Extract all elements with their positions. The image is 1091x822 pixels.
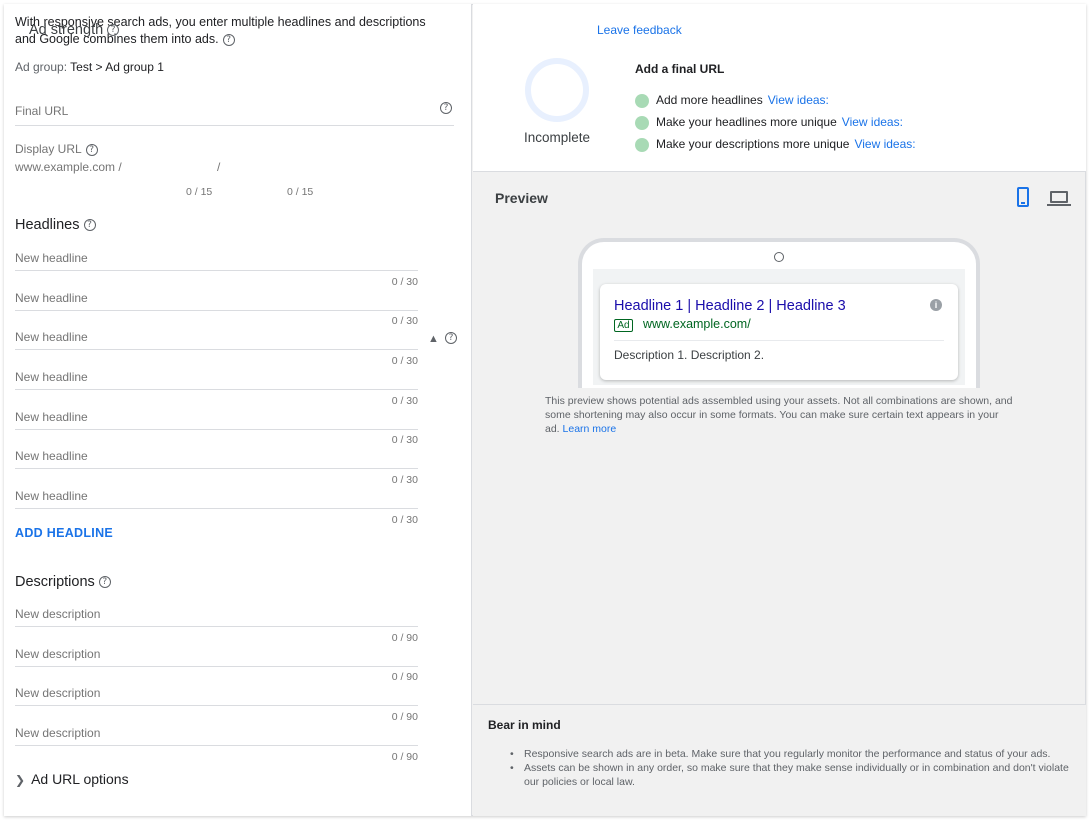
tip-text: Make your descriptions more unique [656, 137, 850, 151]
description-char-count: 0 / 90 [391, 751, 418, 763]
preview-title: Preview [495, 190, 548, 206]
phone-camera [774, 252, 784, 262]
ad-url-options-toggle[interactable]: ❯ Ad URL options [15, 771, 129, 787]
status-dot-icon [635, 137, 649, 152]
description-input[interactable]: New description [15, 722, 418, 746]
view-ideas-link[interactable]: View ideas: [768, 93, 829, 107]
help-icon[interactable]: ? [445, 332, 457, 344]
headline-input[interactable]: New headline [15, 485, 418, 509]
status-dot-icon [635, 115, 649, 130]
headline-input[interactable]: New headline [15, 406, 418, 430]
tips-title: Add a final URL [635, 62, 725, 76]
ad-group-line: Ad group: Test > Ad group 1 [15, 60, 164, 74]
view-ideas-link[interactable]: View ideas: [842, 115, 903, 129]
ad-url-options-label: Ad URL options [31, 771, 129, 787]
ad-preview-headline: Headline 1 | Headline 2 | Headline 3 [614, 298, 846, 314]
help-icon[interactable]: ? [85, 143, 98, 156]
preview-note: This preview shows potential ads assembl… [545, 394, 1015, 436]
headline-input[interactable]: New headline [15, 326, 418, 350]
pin-icon[interactable]: ▲ [428, 333, 439, 345]
final-url-placeholder: Final URL [15, 104, 69, 118]
headline-input[interactable]: New headline [15, 366, 418, 390]
display-url-label: Display URL? [15, 142, 98, 156]
headline-char-count: 0 / 30 [391, 514, 418, 526]
headlines-title: Headlines? [15, 217, 96, 233]
ad-strength-title: Ad strength? [29, 22, 120, 38]
info-icon[interactable]: i [930, 299, 942, 311]
display-url-label-text: Display URL [15, 142, 82, 156]
bear-in-mind-list: Responsive search ads are in beta. Make … [510, 747, 1070, 789]
display-url-domain: www.example.com / [15, 160, 122, 174]
ad-group-value: Test > Ad group 1 [70, 60, 164, 74]
final-url-field[interactable]: Final URL ? [15, 95, 454, 126]
divider [614, 340, 944, 341]
add-headline-button[interactable]: ADD HEADLINE [15, 526, 113, 540]
ad-preview-url: www.example.com/ [643, 317, 751, 331]
list-item: Responsive search ads are in beta. Make … [510, 747, 1070, 761]
descriptions-title: Descriptions? [15, 574, 111, 590]
view-ideas-link[interactable]: View ideas: [854, 137, 915, 151]
description-input[interactable]: New description [15, 643, 418, 667]
ad-badge: Ad [614, 319, 633, 332]
learn-more-link[interactable]: Learn more [563, 423, 617, 435]
help-icon[interactable]: ? [222, 33, 235, 46]
help-icon[interactable]: ? [440, 102, 452, 114]
tip-item: Add more headlines View ideas: [635, 93, 829, 109]
ad-group-label: Ad group: [15, 60, 68, 74]
description-input[interactable]: New description [15, 682, 418, 706]
status-dot-icon [635, 93, 649, 108]
headlines-title-text: Headlines [15, 217, 80, 233]
tip-text: Make your headlines more unique [656, 115, 837, 129]
headline-input[interactable]: New headline [15, 247, 418, 271]
chevron-down-icon: ❯ [15, 773, 26, 787]
help-icon[interactable]: ? [98, 576, 111, 589]
ad-preview-description: Description 1. Description 2. [614, 348, 765, 362]
ad-strength-gauge [525, 58, 589, 122]
mobile-preview-icon[interactable] [1017, 187, 1029, 207]
descriptions-title-text: Descriptions [15, 574, 95, 590]
tip-text: Add more headlines [656, 93, 763, 107]
ad-strength-status: Incomplete [524, 130, 591, 145]
headline-input[interactable]: New headline [15, 287, 418, 311]
leave-feedback-link[interactable]: Leave feedback [597, 23, 682, 37]
path2-char-count: 0 / 15 [287, 186, 314, 198]
headline-input[interactable]: New headline [15, 445, 418, 469]
tip-item: Make your headlines more unique View idea… [635, 115, 903, 131]
help-icon[interactable]: ? [107, 24, 120, 37]
list-item: Assets can be shown in any order, so mak… [510, 761, 1070, 789]
help-icon[interactable]: ? [83, 219, 96, 232]
tip-item: Make your descriptions more unique View i… [635, 137, 916, 153]
ad-strength-title-text: Ad strength [29, 22, 104, 38]
bear-in-mind-title: Bear in mind [488, 718, 561, 732]
desktop-preview-icon[interactable] [1047, 191, 1071, 206]
description-input[interactable]: New description [15, 603, 418, 627]
display-url-separator: / [217, 160, 221, 174]
path1-char-count: 0 / 15 [186, 186, 213, 198]
